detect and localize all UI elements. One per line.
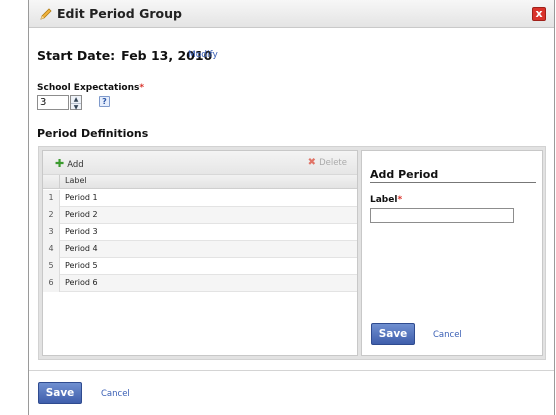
add-period-title: Add Period xyxy=(370,168,439,181)
chevron-down-icon[interactable]: ▼ xyxy=(71,103,81,111)
plus-icon: ✚ xyxy=(55,157,65,170)
period-label-cell: Period 5 xyxy=(65,261,98,270)
school-expectations-label-text: School Expectations xyxy=(37,83,140,93)
table-row[interactable]: 6 Period 6 xyxy=(43,275,357,292)
period-list-toolbar: ✚ Add ✖ Delete xyxy=(43,151,357,175)
period-label-cell: Period 1 xyxy=(65,193,98,202)
row-number: 5 xyxy=(43,258,60,275)
label-column-header[interactable]: Label xyxy=(65,176,87,185)
row-number: 6 xyxy=(43,275,60,292)
close-button[interactable]: x xyxy=(532,7,546,21)
period-definitions-panel: ✚ Add ✖ Delete Label 1 Period 1 2 Period 2 xyxy=(38,146,546,360)
label-field-label: Label* xyxy=(370,195,402,205)
school-expectations-input[interactable] xyxy=(37,95,69,110)
start-date-label: Start Date: xyxy=(37,48,116,63)
period-label-input[interactable] xyxy=(370,208,514,223)
delete-icon: ✖ xyxy=(307,157,317,168)
row-number: 4 xyxy=(43,241,60,258)
period-label-cell: Period 4 xyxy=(65,244,98,253)
school-expectations-label: School Expectations* xyxy=(37,83,144,93)
add-period-save-button[interactable]: Save xyxy=(371,323,415,345)
school-expectations-stepper[interactable]: ▲ ▼ xyxy=(70,95,82,111)
dialog-titlebar[interactable]: Edit Period Group x xyxy=(29,0,554,28)
label-field-label-text: Label xyxy=(370,195,398,205)
edit-period-group-dialog: Edit Period Group x Start Date: Feb 13, 2… xyxy=(28,0,555,415)
period-label-cell: Period 3 xyxy=(65,227,98,236)
period-list-panel: ✚ Add ✖ Delete Label 1 Period 1 2 Period 2 xyxy=(42,150,358,356)
help-icon[interactable]: ? xyxy=(99,96,110,107)
row-number: 1 xyxy=(43,190,60,207)
add-period-form: Add Period Label* Save Cancel xyxy=(361,150,543,356)
table-row[interactable]: 2 Period 2 xyxy=(43,207,357,224)
period-label-cell: Period 6 xyxy=(65,278,98,287)
table-row[interactable]: 5 Period 5 xyxy=(43,258,357,275)
add-button-label: Add xyxy=(67,160,84,170)
add-period-button[interactable]: ✚ Add xyxy=(55,157,84,170)
table-row[interactable]: 3 Period 3 xyxy=(43,224,357,241)
period-definitions-title: Period Definitions xyxy=(37,127,149,140)
dialog-footer: Save Cancel xyxy=(29,370,554,415)
delete-period-button[interactable]: ✖ Delete xyxy=(308,157,347,168)
period-label-cell: Period 2 xyxy=(65,210,98,219)
chevron-up-icon[interactable]: ▲ xyxy=(71,96,81,103)
period-grid-header: Label xyxy=(43,175,357,189)
table-row[interactable]: 1 Period 1 xyxy=(43,190,357,207)
required-mark: * xyxy=(397,195,403,205)
table-row[interactable]: 4 Period 4 xyxy=(43,241,357,258)
required-mark: * xyxy=(139,83,145,93)
modify-link[interactable]: Modify xyxy=(188,50,218,60)
save-button[interactable]: Save xyxy=(38,382,82,404)
add-period-cancel-link[interactable]: Cancel xyxy=(433,330,462,340)
form-divider xyxy=(370,182,536,183)
start-date: Start Date: Feb 13, 2010 xyxy=(37,48,212,63)
cancel-link[interactable]: Cancel xyxy=(101,389,130,399)
row-number: 2 xyxy=(43,207,60,224)
delete-button-label: Delete xyxy=(319,158,347,168)
period-grid-rows: 1 Period 1 2 Period 2 3 Period 3 4 Perio… xyxy=(43,190,357,292)
pencil-icon xyxy=(40,8,52,20)
row-number-column-header xyxy=(43,175,60,189)
row-number: 3 xyxy=(43,224,60,241)
dialog-title: Edit Period Group xyxy=(57,6,182,21)
